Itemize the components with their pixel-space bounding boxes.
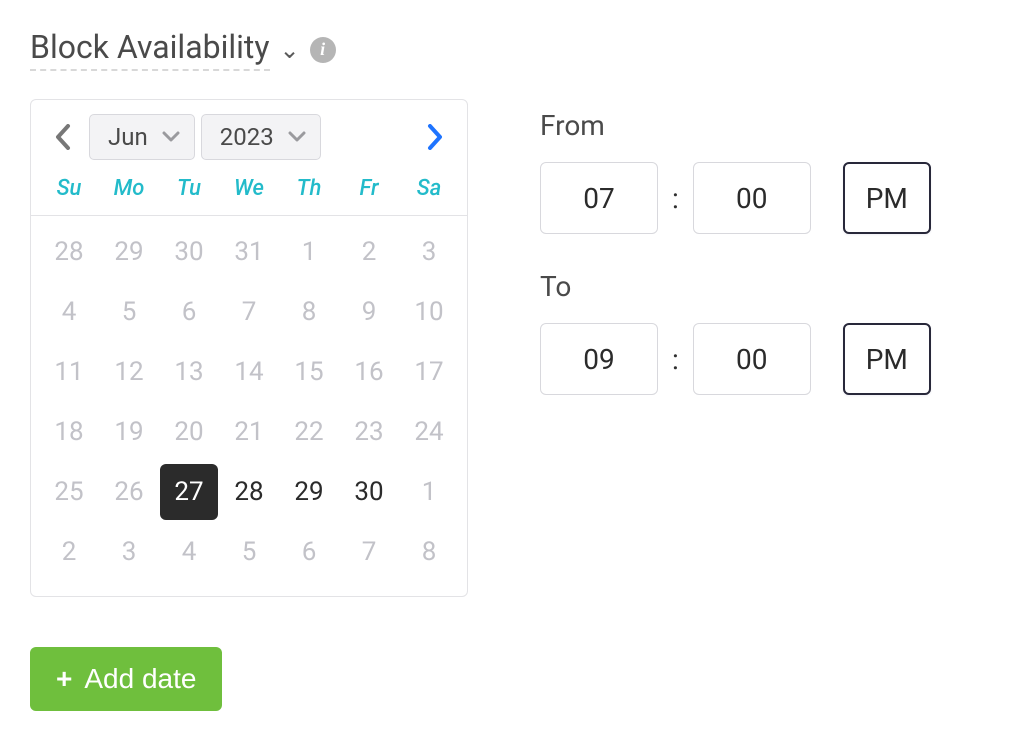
to-time-row: 09 : 00 PM xyxy=(540,323,931,395)
section-title: Block Availability xyxy=(30,28,270,71)
weekday-label: Su xyxy=(39,176,99,201)
plus-icon: + xyxy=(56,663,72,695)
to-label: To xyxy=(540,270,931,303)
month-year-selectors: Jun 2023 xyxy=(89,114,321,160)
time-column: From 07 : 00 PM To 09 : 00 PM xyxy=(540,99,931,431)
info-icon[interactable]: i xyxy=(310,37,336,63)
time-colon: : xyxy=(672,182,679,215)
from-time-group: From 07 : 00 PM xyxy=(540,109,931,234)
time-colon: : xyxy=(672,343,679,376)
day-cell: 15 xyxy=(279,342,339,402)
chevron-left-icon xyxy=(55,124,71,150)
weekday-label: We xyxy=(219,176,279,201)
day-cell: 30 xyxy=(159,222,219,282)
weekday-label: Th xyxy=(279,176,339,201)
day-cell: 18 xyxy=(39,402,99,462)
weekday-label: Sa xyxy=(399,176,459,201)
year-value: 2023 xyxy=(220,123,274,151)
year-select[interactable]: 2023 xyxy=(201,114,321,160)
day-cell: 28 xyxy=(39,222,99,282)
chevron-down-icon xyxy=(162,127,180,148)
add-date-label: Add date xyxy=(84,663,196,695)
day-cell: 4 xyxy=(159,522,219,582)
day-cell: 26 xyxy=(99,462,159,522)
weekday-row: Su Mo Tu We Th Fr Sa xyxy=(31,170,467,216)
prev-month-button[interactable] xyxy=(43,115,83,159)
chevron-right-icon xyxy=(427,124,443,150)
to-time-group: To 09 : 00 PM xyxy=(540,270,931,395)
calendar-column: Jun 2023 Su xyxy=(30,99,468,711)
weekday-label: Fr xyxy=(339,176,399,201)
day-cell: 19 xyxy=(99,402,159,462)
day-cell: 13 xyxy=(159,342,219,402)
from-time-row: 07 : 00 PM xyxy=(540,162,931,234)
day-cell: 11 xyxy=(39,342,99,402)
day-cell: 1 xyxy=(279,222,339,282)
day-cell: 23 xyxy=(339,402,399,462)
add-date-button[interactable]: + Add date xyxy=(30,647,222,711)
day-cell: 29 xyxy=(99,222,159,282)
day-cell: 1 xyxy=(399,462,459,522)
to-ampm-toggle[interactable]: PM xyxy=(843,323,931,395)
from-label: From xyxy=(540,109,931,142)
to-minute-input[interactable]: 00 xyxy=(693,323,811,395)
weekday-label: Mo xyxy=(99,176,159,201)
day-cell: 2 xyxy=(39,522,99,582)
day-cell: 17 xyxy=(399,342,459,402)
day-cell: 3 xyxy=(99,522,159,582)
from-hour-input[interactable]: 07 xyxy=(540,162,658,234)
day-cell: 10 xyxy=(399,282,459,342)
day-cell: 5 xyxy=(99,282,159,342)
section-header: Block Availability ⌄ i xyxy=(30,28,994,71)
day-cell: 6 xyxy=(279,522,339,582)
day-cell: 7 xyxy=(339,522,399,582)
day-cell: 6 xyxy=(159,282,219,342)
day-cell: 14 xyxy=(219,342,279,402)
day-cell[interactable]: 27 xyxy=(159,462,219,522)
day-cell: 8 xyxy=(279,282,339,342)
day-cell[interactable]: 29 xyxy=(279,462,339,522)
month-select[interactable]: Jun xyxy=(89,114,195,160)
day-cell: 24 xyxy=(399,402,459,462)
day-cell: 3 xyxy=(399,222,459,282)
days-grid: 2829303112345678910111213141516171819202… xyxy=(31,216,467,596)
chevron-down-icon xyxy=(288,127,306,148)
month-value: Jun xyxy=(108,123,148,151)
day-cell: 22 xyxy=(279,402,339,462)
day-cell: 8 xyxy=(399,522,459,582)
next-month-button[interactable] xyxy=(415,115,455,159)
day-cell: 12 xyxy=(99,342,159,402)
day-cell: 25 xyxy=(39,462,99,522)
day-cell[interactable]: 28 xyxy=(219,462,279,522)
day-cell[interactable]: 30 xyxy=(339,462,399,522)
day-cell: 31 xyxy=(219,222,279,282)
weekday-label: Tu xyxy=(159,176,219,201)
day-cell: 4 xyxy=(39,282,99,342)
day-cell: 16 xyxy=(339,342,399,402)
from-ampm-toggle[interactable]: PM xyxy=(843,162,931,234)
chevron-down-icon[interactable]: ⌄ xyxy=(280,36,300,64)
day-cell: 2 xyxy=(339,222,399,282)
day-cell: 21 xyxy=(219,402,279,462)
content-row: Jun 2023 Su xyxy=(30,99,994,711)
from-minute-input[interactable]: 00 xyxy=(693,162,811,234)
calendar: Jun 2023 Su xyxy=(30,99,468,597)
to-hour-input[interactable]: 09 xyxy=(540,323,658,395)
day-cell: 7 xyxy=(219,282,279,342)
day-cell: 9 xyxy=(339,282,399,342)
day-cell: 20 xyxy=(159,402,219,462)
day-cell: 5 xyxy=(219,522,279,582)
calendar-header: Jun 2023 xyxy=(31,100,467,170)
